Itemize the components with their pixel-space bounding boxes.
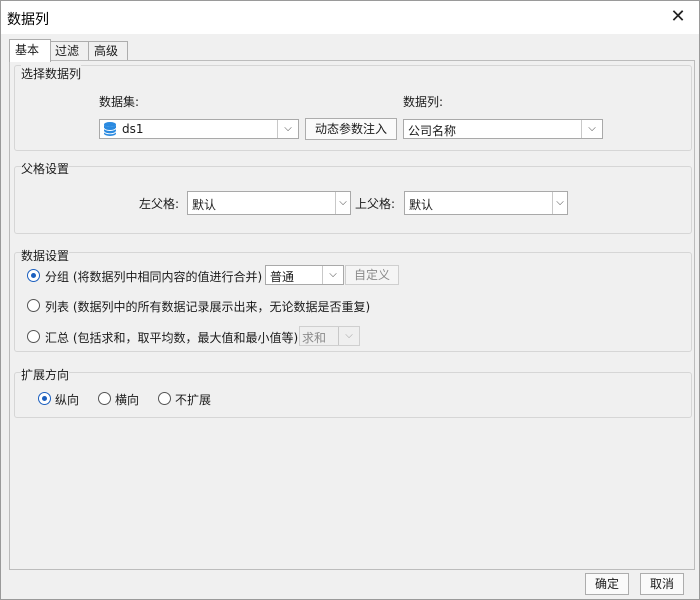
vertical-radio[interactable] — [38, 392, 51, 405]
select-column-title: 选择数据列 — [21, 65, 82, 82]
list-radio[interactable] — [27, 299, 40, 312]
cancel-button[interactable]: 取消 — [640, 573, 684, 595]
column-label: 数据列: — [403, 95, 444, 109]
horizontal-label: 横向 — [115, 393, 140, 407]
list-option-label: 列表 (数据列中的所有数据记录展示出来，无论数据是否重复) — [45, 300, 371, 314]
dataset-label: 数据集: — [99, 95, 140, 109]
expand-direction-group: 扩展方向 纵向 横向 不扩展 — [14, 366, 692, 418]
summary-select[interactable]: 求和 ⌵ — [299, 326, 360, 346]
left-parent-value: 默认 — [192, 198, 217, 212]
tab-advanced[interactable]: 高级 — [88, 41, 128, 61]
parent-settings-group: 父格设置 左父格: 默认 ⌵ 上父格: 默认 ⌵ — [14, 160, 692, 234]
data-column-dialog: 数据列 ✕ 基本 过滤 高级 选择数据列 数据集: ds1 ⌵ 动态参数注入 数… — [0, 0, 700, 600]
data-settings-group: 数据设置 分组 (将数据列中相同内容的值进行合并) 普通 ⌵ 自定义 列表 (数… — [14, 247, 692, 352]
database-icon — [103, 122, 117, 136]
group-mode-select[interactable]: 普通 ⌵ — [265, 265, 344, 285]
summary-value: 求和 — [302, 331, 327, 345]
window-title: 数据列 — [7, 12, 49, 28]
top-parent-value: 默认 — [409, 198, 434, 212]
chevron-down-icon[interactable]: ⌵ — [581, 120, 602, 138]
group-option-label: 分组 (将数据列中相同内容的值进行合并) — [45, 270, 263, 284]
no-expand-radio[interactable] — [158, 392, 171, 405]
tab-basic[interactable]: 基本 — [9, 39, 51, 62]
chevron-down-icon[interactable]: ⌵ — [335, 192, 350, 214]
group-radio[interactable] — [27, 269, 40, 282]
tab-filter[interactable]: 过滤 — [49, 41, 89, 61]
summary-option-label: 汇总 (包括求和，取平均数，最大值和最小值等) — [45, 331, 299, 345]
top-parent-select[interactable]: 默认 ⌵ — [404, 191, 568, 215]
custom-button[interactable]: 自定义 — [345, 265, 399, 285]
summary-radio[interactable] — [27, 330, 40, 343]
group-mode-value: 普通 — [270, 270, 295, 284]
left-parent-label: 左父格: — [139, 197, 180, 211]
top-parent-label: 上父格: — [355, 197, 396, 211]
chevron-down-icon[interactable]: ⌵ — [338, 327, 359, 345]
vertical-label: 纵向 — [55, 393, 80, 407]
column-select[interactable]: 公司名称 ⌵ — [403, 119, 603, 139]
dataset-select[interactable]: ds1 ⌵ — [99, 119, 299, 139]
horizontal-radio[interactable] — [98, 392, 111, 405]
left-parent-select[interactable]: 默认 ⌵ — [187, 191, 351, 215]
chevron-down-icon[interactable]: ⌵ — [552, 192, 567, 214]
expand-direction-title: 扩展方向 — [21, 366, 70, 383]
close-icon[interactable]: ✕ — [667, 6, 689, 28]
column-value: 公司名称 — [408, 124, 457, 138]
title-bar[interactable]: 数据列 ✕ — [1, 1, 699, 34]
select-column-group: 选择数据列 数据集: ds1 ⌵ 动态参数注入 数据列: 公司名称 ⌵ — [14, 65, 692, 151]
tab-panel-basic: 选择数据列 数据集: ds1 ⌵ 动态参数注入 数据列: 公司名称 ⌵ 父格设置… — [9, 60, 695, 570]
ok-button[interactable]: 确定 — [585, 573, 629, 595]
dataset-value: ds1 — [122, 122, 144, 136]
chevron-down-icon[interactable]: ⌵ — [322, 266, 343, 284]
data-settings-title: 数据设置 — [21, 247, 70, 264]
parent-settings-title: 父格设置 — [21, 160, 70, 177]
no-expand-label: 不扩展 — [175, 393, 212, 407]
dynamic-param-button[interactable]: 动态参数注入 — [305, 118, 397, 140]
chevron-down-icon[interactable]: ⌵ — [277, 120, 298, 138]
